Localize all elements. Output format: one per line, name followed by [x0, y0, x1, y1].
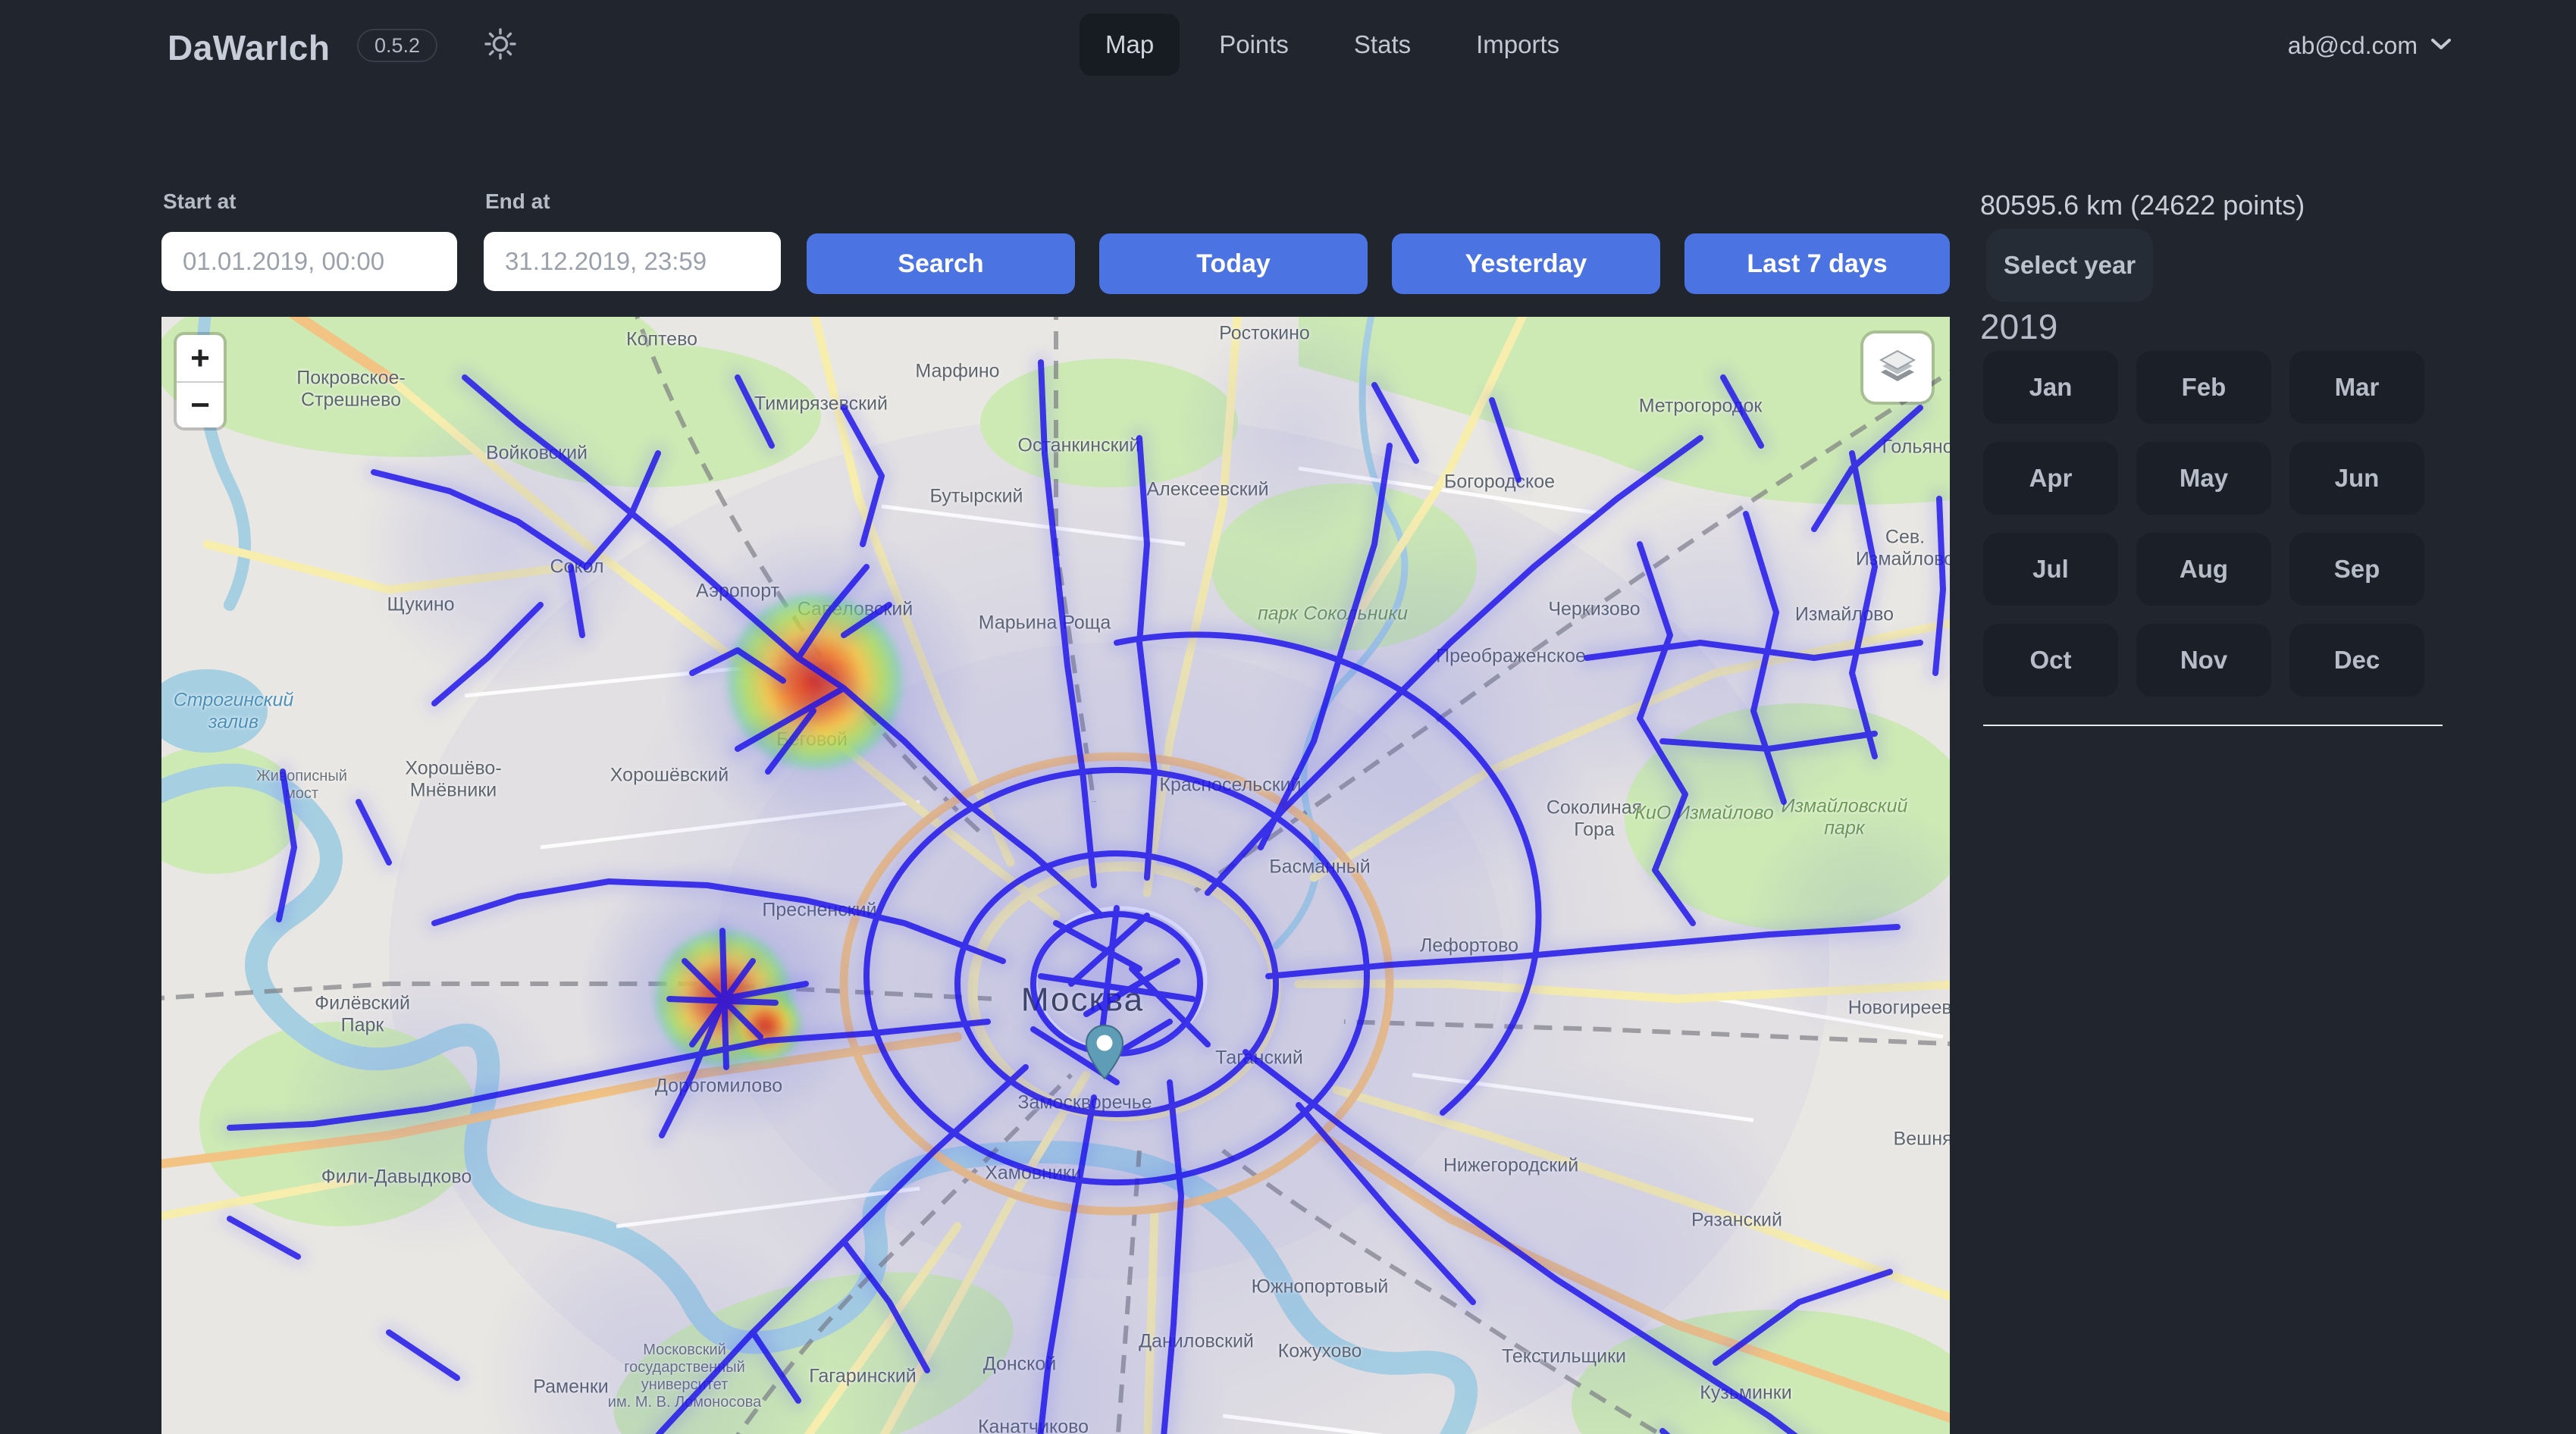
- user-menu[interactable]: ab@cd.com: [2288, 0, 2452, 91]
- month-button-aug[interactable]: Aug: [2136, 533, 2271, 606]
- yesterday-button[interactable]: Yesterday: [1392, 233, 1660, 294]
- end-at-label: End at: [485, 189, 550, 214]
- year-heading: 2019: [1980, 306, 2057, 347]
- month-button-jul[interactable]: Jul: [1983, 533, 2118, 606]
- sidebar-divider: [1983, 725, 2443, 726]
- tab-imports[interactable]: Imports: [1450, 14, 1585, 76]
- month-button-oct[interactable]: Oct: [1983, 624, 2118, 697]
- select-year-button[interactable]: Select year: [1986, 229, 2153, 302]
- end-at-input[interactable]: [484, 232, 781, 291]
- app-logo[interactable]: DaWarIch: [168, 27, 330, 68]
- month-button-apr[interactable]: Apr: [1983, 442, 2118, 515]
- chevron-down-icon: [2430, 36, 2452, 55]
- map-zoom-control: + −: [177, 335, 224, 427]
- version-badge: 0.5.2: [357, 29, 437, 62]
- month-button-nov[interactable]: Nov: [2136, 624, 2271, 697]
- month-button-jan[interactable]: Jan: [1983, 351, 2118, 424]
- month-button-jun[interactable]: Jun: [2289, 442, 2424, 515]
- location-marker-pin[interactable]: [1084, 1024, 1125, 1080]
- month-button-dec[interactable]: Dec: [2289, 624, 2424, 697]
- layers-control-button[interactable]: [1863, 333, 1932, 402]
- month-button-may[interactable]: May: [2136, 442, 2271, 515]
- month-button-sep[interactable]: Sep: [2289, 533, 2424, 606]
- month-button-feb[interactable]: Feb: [2136, 351, 2271, 424]
- zoom-out-button[interactable]: −: [177, 381, 224, 427]
- tab-stats[interactable]: Stats: [1328, 14, 1437, 76]
- sun-icon: [484, 27, 517, 64]
- layers-icon: [1876, 345, 1919, 391]
- tab-map[interactable]: Map: [1080, 14, 1180, 76]
- today-button[interactable]: Today: [1099, 233, 1368, 294]
- month-button-mar[interactable]: Mar: [2289, 351, 2424, 424]
- main-nav-tabs: MapPointsStatsImports: [1080, 14, 1585, 76]
- gps-tracks-layer: [161, 317, 1950, 1434]
- distance-stats: 80595.6 km (24622 points): [1980, 189, 2305, 221]
- months-grid: JanFebMar AprMayJun JulAugSep OctNovDec: [1983, 351, 2424, 697]
- map-canvas[interactable]: Покровское- СтрешневоКоптевоТимирязевски…: [161, 317, 1950, 1434]
- start-at-input[interactable]: [161, 232, 457, 291]
- last-7-days-button[interactable]: Last 7 days: [1684, 233, 1950, 294]
- tab-points[interactable]: Points: [1193, 14, 1315, 76]
- start-at-label: Start at: [163, 189, 236, 214]
- search-button[interactable]: Search: [807, 233, 1075, 294]
- navbar: DaWarIch 0.5.2 MapPointsStatsImports ab@…: [0, 0, 2576, 91]
- zoom-in-button[interactable]: +: [177, 335, 224, 381]
- theme-toggle-button[interactable]: [484, 29, 517, 62]
- user-email: ab@cd.com: [2288, 32, 2418, 60]
